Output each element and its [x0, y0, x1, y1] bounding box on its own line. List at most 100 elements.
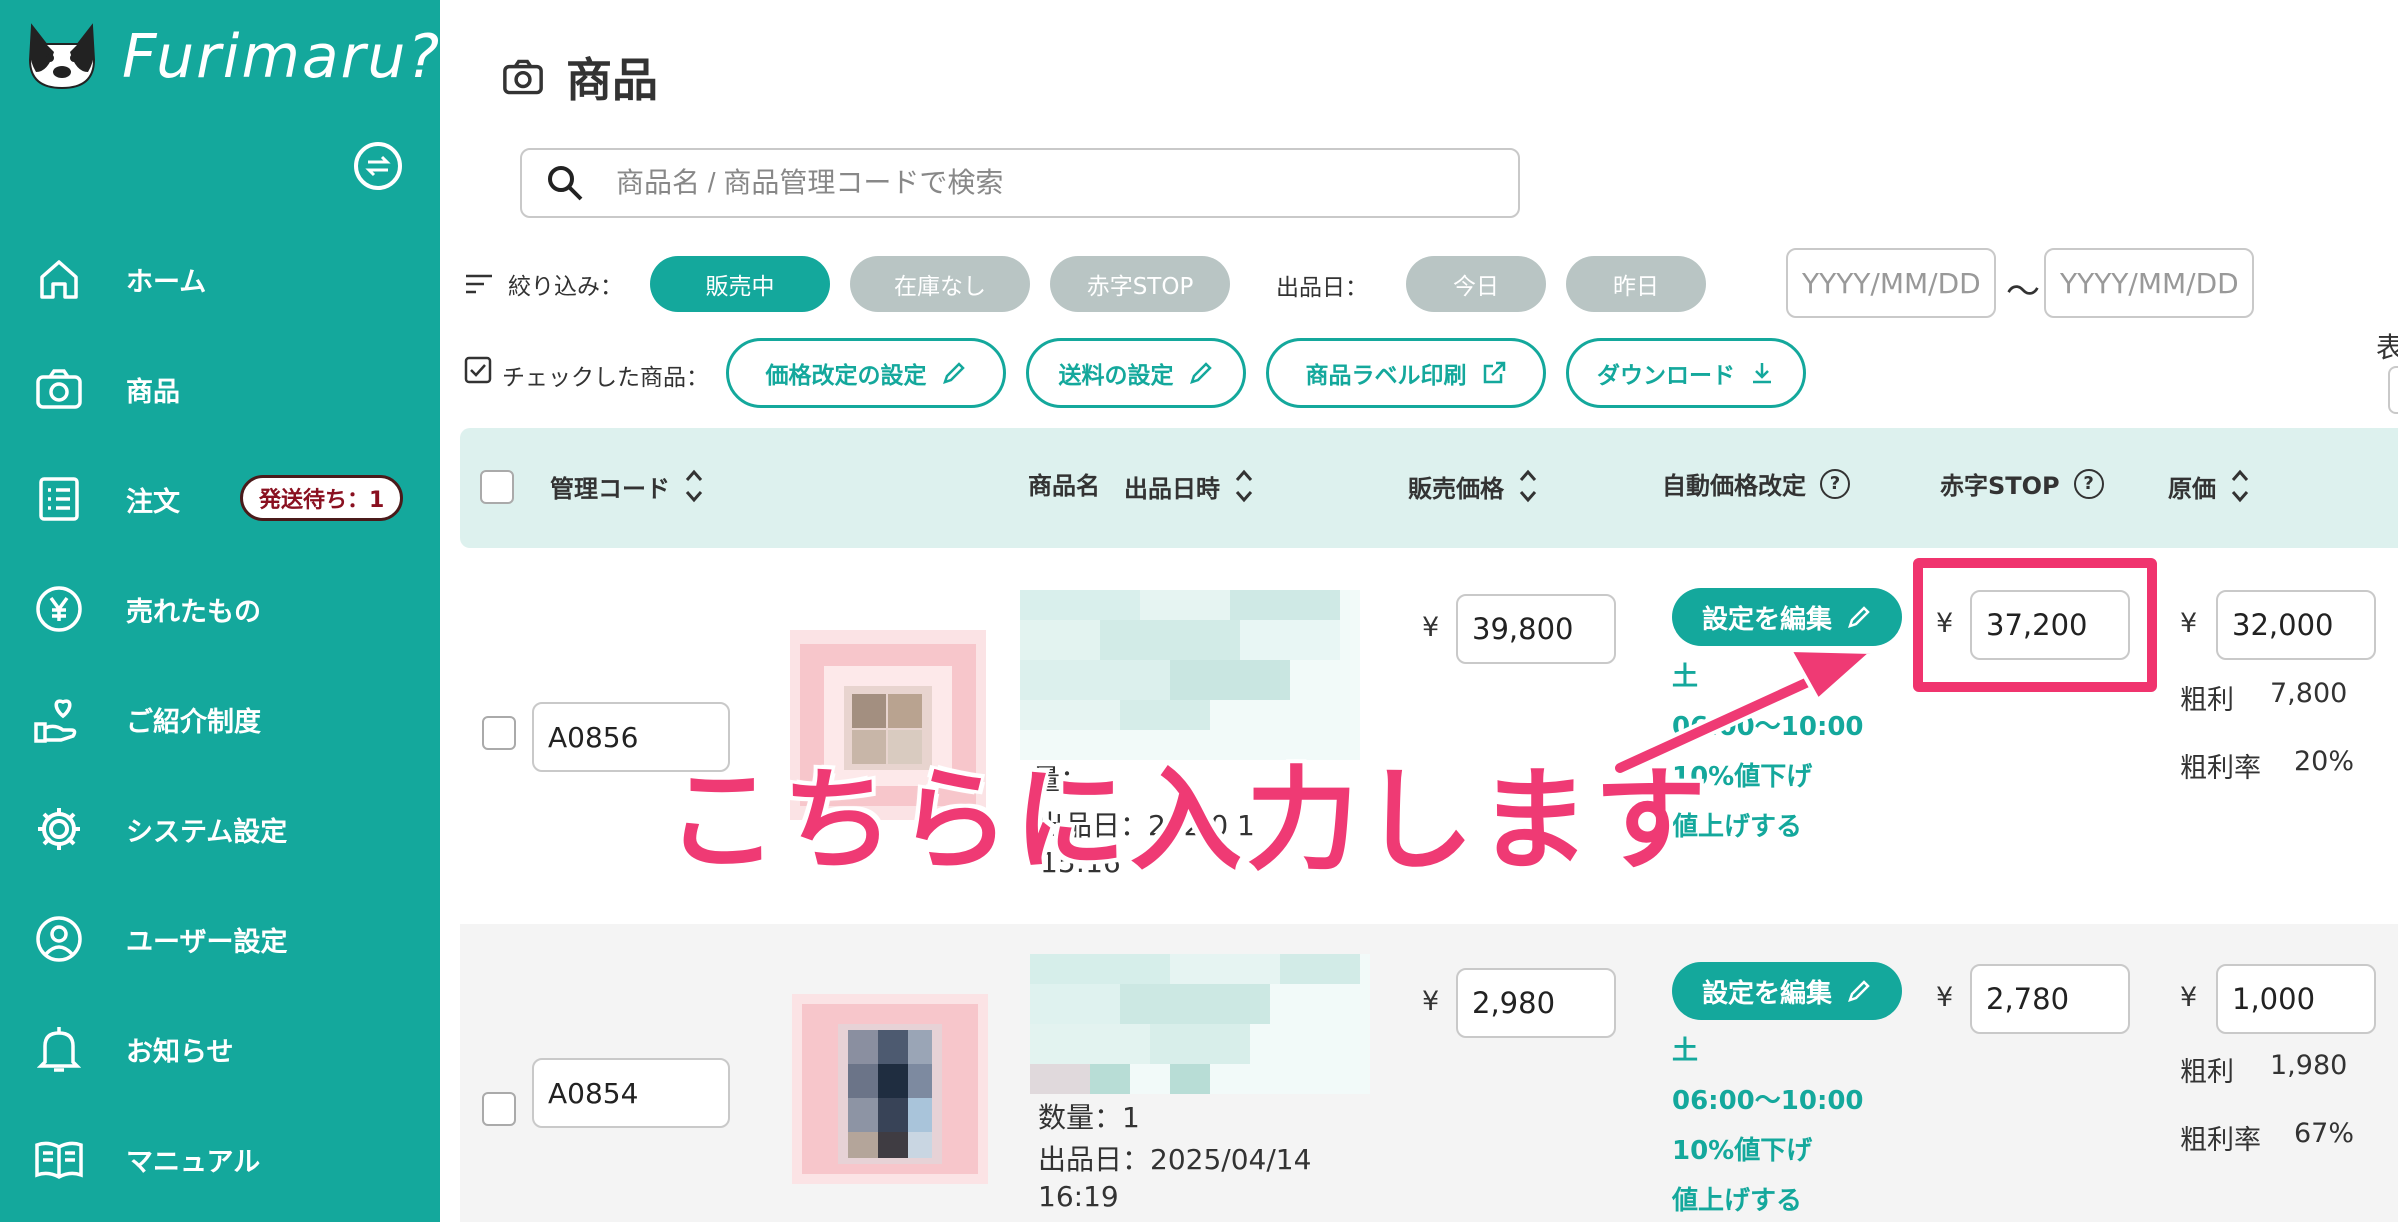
header-label: 赤字STOP: [1940, 472, 2060, 500]
filter-row: 絞り込み： 販売中 在庫なし 赤字STOP 出品日： 今日 昨日 YYYY/MM…: [464, 248, 2264, 318]
sidebar-item-notifications[interactable]: お知らせ: [32, 1014, 412, 1084]
sidebar-item-referral[interactable]: ご紹介制度: [32, 684, 412, 754]
product-name-blurred[interactable]: [1030, 954, 1370, 1094]
heart-hand-icon: [32, 692, 86, 746]
header-label: 自動価格改定: [1662, 472, 1806, 500]
header-label: 原価: [2168, 474, 2216, 503]
checkbox-checked-icon: [464, 356, 492, 384]
filter-pill-deficit-stop[interactable]: 赤字STOP: [1050, 256, 1230, 312]
sort-icon[interactable]: [1234, 466, 1254, 506]
pencil-icon: [1848, 980, 1870, 1002]
external-link-icon: [1483, 361, 1505, 384]
sidebar-item-label: 注文: [126, 486, 180, 518]
search-bar[interactable]: [520, 148, 1520, 218]
sidebar-item-home[interactable]: ホーム: [32, 244, 412, 314]
sort-icon[interactable]: [684, 466, 704, 506]
cost-currency: ¥: [2180, 608, 2198, 639]
sidebar-item-label: システム設定: [126, 816, 288, 848]
sidebar-item-label: ユーザー設定: [126, 926, 288, 958]
download-button[interactable]: ダウンロード: [1566, 338, 1806, 408]
price-currency: ¥: [1422, 986, 1440, 1017]
button-label: 商品ラベル印刷: [1305, 363, 1467, 389]
yen-icon: [32, 582, 86, 636]
checked-items-label: チェックした商品：: [502, 365, 709, 391]
listed-date-label: 出品日：: [1276, 275, 1368, 301]
display-count-select[interactable]: [2388, 366, 2398, 414]
button-label: 送料の設定: [1058, 363, 1174, 389]
filter-pill-on-sale[interactable]: 販売中: [650, 256, 830, 312]
cost-input[interactable]: 32,000: [2216, 590, 2376, 660]
col-header-price[interactable]: 販売価格: [1408, 466, 1538, 506]
col-header-auto-price: 自動価格改定 ?: [1662, 466, 1850, 501]
filter-label: 絞り込み：: [508, 274, 623, 300]
date-pill-today[interactable]: 今日: [1406, 256, 1546, 312]
page-title: 商品: [566, 53, 658, 107]
date-pill-yesterday[interactable]: 昨日: [1566, 256, 1706, 312]
sidebar-item-manual[interactable]: マニュアル: [32, 1124, 412, 1194]
sidebar-item-sold[interactable]: 売れたもの: [32, 574, 412, 644]
sidebar-item-label: 売れたもの: [126, 596, 261, 628]
listed-time-text: 16:19: [1038, 1180, 1119, 1213]
sidebar-item-user-settings[interactable]: ユーザー設定: [32, 904, 412, 974]
search-input[interactable]: [616, 167, 1476, 199]
cost-input[interactable]: 1,000: [2216, 964, 2376, 1034]
sort-icon[interactable]: [1518, 466, 1538, 506]
help-icon[interactable]: ?: [1820, 468, 1850, 499]
header-label: 商品名: [1028, 472, 1100, 500]
sidebar-item-system-settings[interactable]: システム設定: [32, 794, 412, 864]
col-header-code[interactable]: 管理コード: [550, 466, 704, 506]
profit-rate-value: 67%: [2294, 1118, 2355, 1149]
shipping-settings-button[interactable]: 送料の設定: [1026, 338, 1246, 408]
date-to-input[interactable]: YYYY/MM/DD: [2044, 248, 2254, 318]
row-checkbox[interactable]: [482, 716, 516, 750]
edit-settings-button[interactable]: 設定を編集: [1672, 588, 1902, 646]
rule-day: 土: [1672, 1036, 1699, 1066]
sidebar-item-label: マニュアル: [126, 1146, 261, 1178]
swap-account-icon[interactable]: [354, 142, 402, 190]
profit-rate-label: 粗利率: [2180, 1125, 2261, 1156]
gross-profit-value: 7,800: [2270, 678, 2348, 709]
rule-day: 土: [1672, 662, 1699, 692]
price-revision-button[interactable]: 価格改定の設定: [726, 338, 1006, 408]
col-header-cost[interactable]: 原価: [2168, 466, 2250, 506]
price-input[interactable]: 2,980: [1456, 968, 1616, 1038]
logo[interactable]: Furimaru?: [24, 22, 441, 92]
display-count-label: 表: [2376, 331, 2398, 364]
col-header-deficit-stop: 赤字STOP ?: [1940, 466, 2104, 501]
col-header-listed[interactable]: 出品日時: [1124, 466, 1254, 506]
list-icon: [32, 472, 86, 526]
profit-rate-value: 20%: [2294, 746, 2355, 777]
deficit-stop-input[interactable]: 2,780: [1970, 964, 2130, 1034]
book-icon: [32, 1132, 86, 1186]
gross-profit-label: 粗利: [2180, 1057, 2234, 1088]
sidebar-item-orders[interactable]: 注文 発送待ち：1: [32, 464, 412, 534]
print-label-button[interactable]: 商品ラベル印刷: [1266, 338, 1546, 408]
gross-profit-label: 粗利: [2180, 685, 2234, 716]
download-icon: [1753, 363, 1771, 384]
header-label: 管理コード: [550, 474, 670, 503]
gross-profit-value: 1,980: [2270, 1050, 2348, 1081]
price-input[interactable]: 39,800: [1456, 594, 1616, 664]
date-range-separator: 〜: [2006, 272, 2040, 312]
help-icon[interactable]: ?: [2073, 468, 2104, 499]
product-thumbnail[interactable]: [792, 994, 988, 1184]
user-icon: [32, 912, 86, 966]
date-from-input[interactable]: YYYY/MM/DD: [1786, 248, 1996, 318]
code-input[interactable]: A0854: [532, 1058, 730, 1128]
sidebar-item-products[interactable]: 商品: [32, 354, 412, 424]
sort-icon[interactable]: [2230, 466, 2250, 506]
rule-time: 06:00〜10:00: [1672, 1086, 1864, 1116]
header-label: 出品日時: [1124, 474, 1220, 503]
bell-icon: [32, 1022, 86, 1076]
select-all-checkbox[interactable]: [480, 470, 514, 504]
annotation-text: こちらに入力します: [666, 756, 1710, 886]
gear-icon: [32, 802, 86, 856]
annotation-highlight-box: [1913, 558, 2157, 692]
cost-currency: ¥: [2180, 982, 2198, 1013]
filter-pill-out-of-stock[interactable]: 在庫なし: [850, 256, 1030, 312]
pending-shipment-badge: 発送待ち：1: [240, 475, 404, 521]
page-header: 商品: [502, 44, 658, 110]
sidebar-item-label: 商品: [126, 376, 180, 408]
edit-settings-button[interactable]: 設定を編集: [1672, 962, 1902, 1020]
row-checkbox[interactable]: [482, 1092, 516, 1126]
